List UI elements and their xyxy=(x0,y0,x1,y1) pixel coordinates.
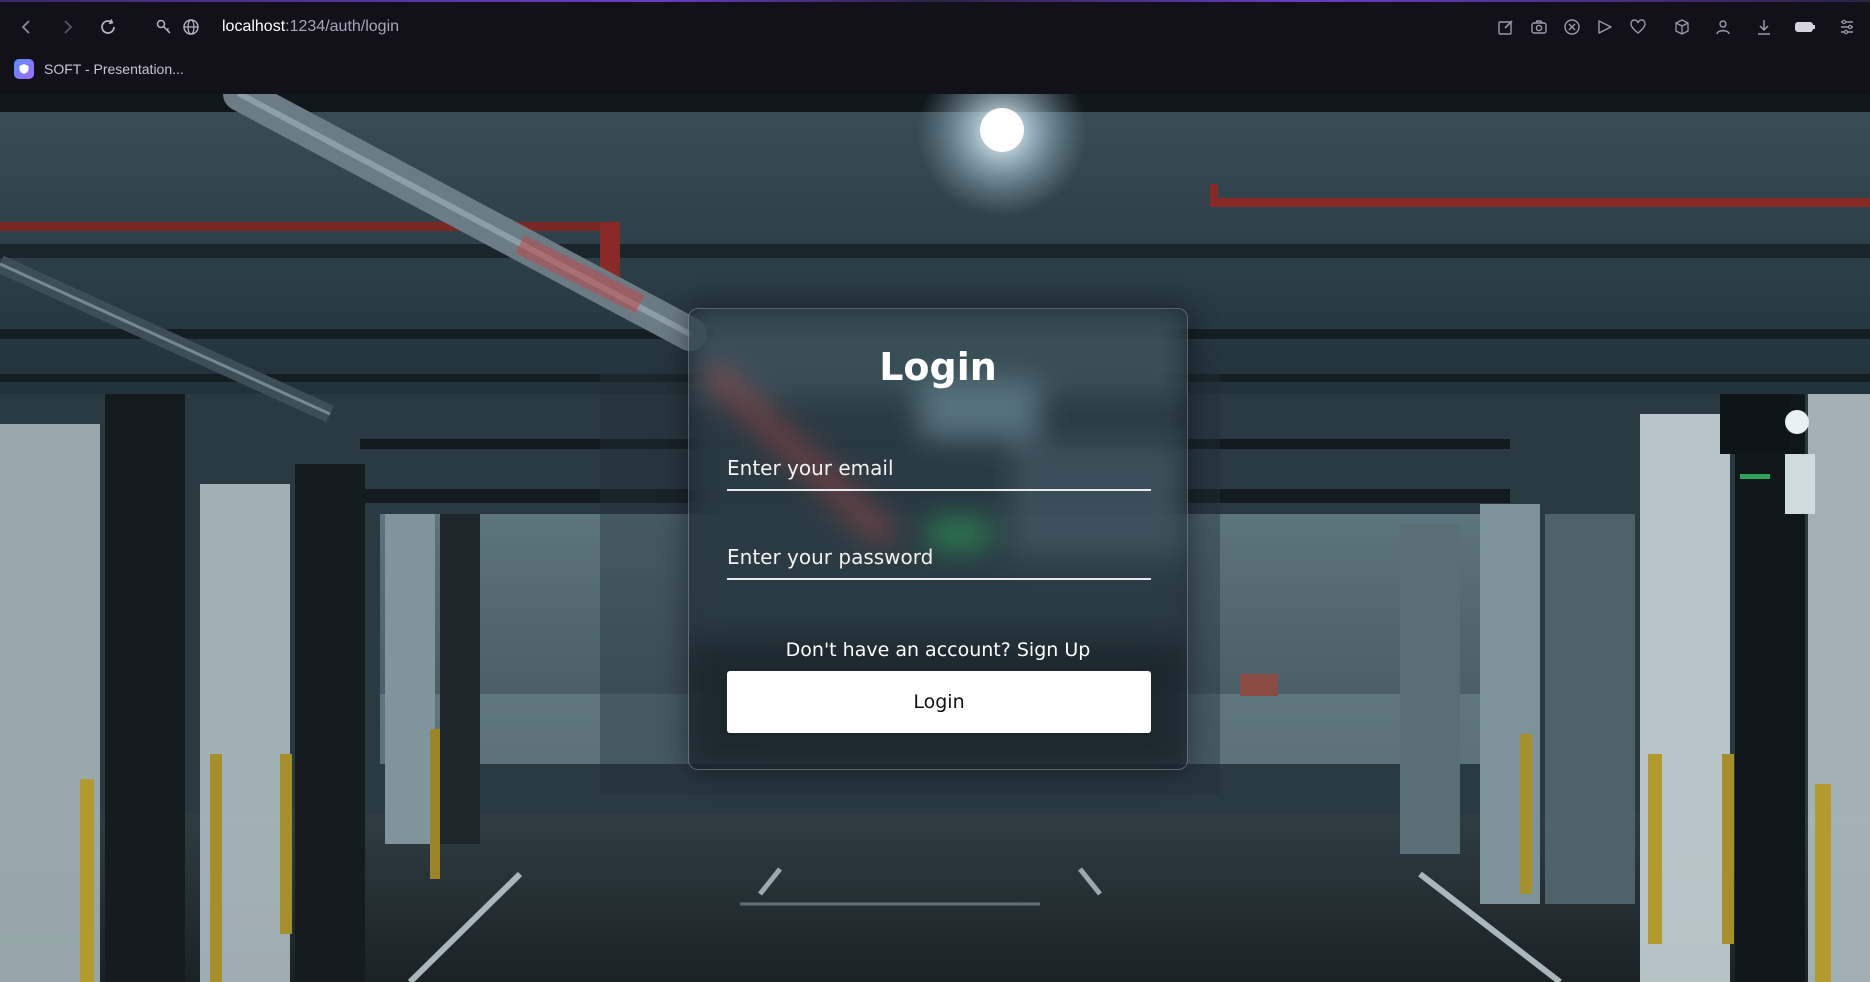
password-field[interactable] xyxy=(727,536,1151,580)
battery-icon xyxy=(1786,8,1824,46)
reload-icon[interactable] xyxy=(89,8,127,46)
forward-icon[interactable] xyxy=(48,8,86,46)
login-title: Login xyxy=(879,345,997,389)
bookmark-label: SOFT - Presentation... xyxy=(44,61,184,77)
download-icon[interactable] xyxy=(1745,8,1783,46)
login-button[interactable]: Login xyxy=(727,671,1151,733)
box-icon[interactable] xyxy=(1663,8,1701,46)
url-path: :1234/auth/login xyxy=(285,18,400,35)
back-icon[interactable] xyxy=(8,8,46,46)
profile-icon[interactable] xyxy=(1704,8,1742,46)
menu-icon[interactable] xyxy=(1828,8,1866,46)
email-field[interactable] xyxy=(727,447,1151,491)
url-host: localhost xyxy=(222,18,286,35)
tab-accent-bar xyxy=(0,0,1870,2)
login-form: Login Don't have an account? Sign Up Log… xyxy=(689,309,1187,769)
shield-icon xyxy=(14,59,34,79)
login-page: Login Don't have an account? Sign Up Log… xyxy=(0,94,1870,982)
login-card: Login Don't have an account? Sign Up Log… xyxy=(688,308,1188,770)
bookmark-soft-presentation[interactable]: SOFT - Presentation... xyxy=(14,56,184,82)
globe-icon xyxy=(172,8,210,46)
bookmarks-bar: SOFT - Presentation... xyxy=(0,54,1870,84)
heart-icon[interactable] xyxy=(1619,8,1657,46)
address-bar[interactable]: localhost:1234/auth/login xyxy=(222,16,399,38)
signup-prompt: Don't have an account? Sign Up xyxy=(689,639,1187,661)
signup-link[interactable]: Sign Up xyxy=(1017,639,1090,661)
signup-prompt-text: Don't have an account? xyxy=(785,639,1011,661)
browser-toolbar: localhost:1234/auth/login xyxy=(0,8,1870,46)
browser-chrome: localhost:1234/auth/login SOFT - Present… xyxy=(0,0,1870,94)
